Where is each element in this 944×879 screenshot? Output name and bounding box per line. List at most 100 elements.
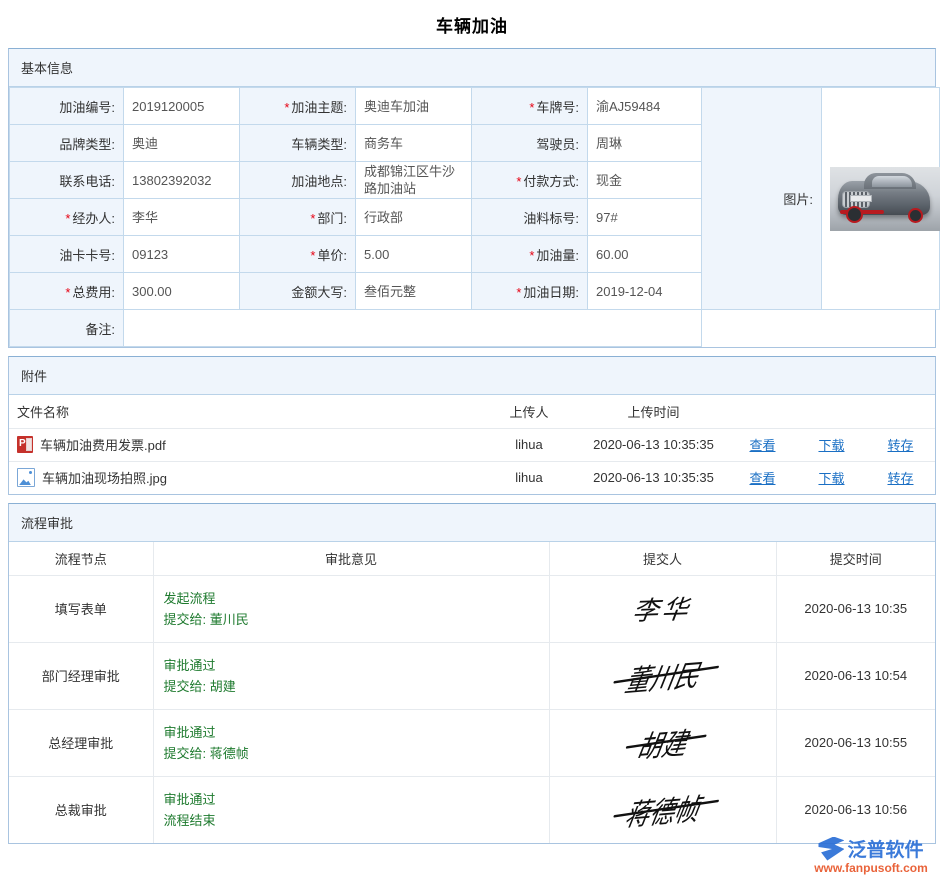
attachment-uploader: lihua [479, 428, 579, 461]
required-star-icon: * [529, 248, 534, 263]
approval-opinion-line-1: 发起流程 [164, 588, 539, 609]
field-value-total-cost: 300.00 [124, 273, 240, 310]
attachment-download-cell: 下载 [797, 461, 866, 494]
approval-col-opinion: 审批意见 [153, 542, 549, 575]
field-value-amount-in-words: 叁佰元整 [356, 273, 472, 310]
field-value-driver: 周琳 [588, 125, 702, 162]
save-as-link[interactable]: 转存 [887, 471, 913, 486]
required-star-icon: * [529, 100, 534, 115]
required-star-icon: * [310, 248, 315, 263]
page-title: 车辆加油 [0, 0, 944, 48]
field-label-fuel-amount: *加油量: [472, 236, 588, 273]
required-star-icon: * [516, 174, 521, 189]
field-label-refuel-no: 加油编号: [10, 88, 124, 125]
required-star-icon: * [65, 285, 70, 300]
approval-panel: 流程审批 流程节点 审批意见 提交人 提交时间 填写表单 发起流程 提交给: 董… [8, 503, 936, 844]
field-value-plate-no: 渝AJ59484 [588, 88, 702, 125]
required-star-icon: * [310, 211, 315, 226]
field-label-refuel-subject: *加油主题: [240, 88, 356, 125]
view-link[interactable]: 查看 [749, 471, 775, 486]
audi-suv-photo [830, 167, 940, 231]
approval-opinion-line-2: 提交给: 董川民 [164, 609, 539, 630]
attachment-col-blank-2 [797, 395, 866, 428]
watermark-url-text: www.fanpusoft.com [806, 861, 936, 875]
approval-signature-cell: 董川民 [549, 642, 776, 709]
attachment-upload-time: 2020-06-13 10:35:35 [579, 461, 728, 494]
save-as-link[interactable]: 转存 [887, 438, 913, 453]
field-label-driver: 驾驶员: [472, 125, 588, 162]
field-label-handler: *经办人: [10, 199, 124, 236]
approval-section-title: 流程审批 [9, 504, 935, 542]
field-value-remark [124, 310, 702, 347]
field-value-refuel-subject: 奥迪车加油 [356, 88, 472, 125]
download-link[interactable]: 下载 [818, 471, 844, 486]
attachment-col-blank-1 [728, 395, 797, 428]
field-value-fuel-card-no: 09123 [124, 236, 240, 273]
field-value-handler: 李华 [124, 199, 240, 236]
field-label-refuel-place: 加油地点: [240, 162, 356, 199]
approval-col-node: 流程节点 [9, 542, 153, 575]
approval-node-name: 部门经理审批 [9, 642, 153, 709]
attachment-section-title: 附件 [9, 357, 935, 395]
car-plate-shape [850, 195, 872, 202]
car-window-shape [872, 176, 912, 187]
field-label-vehicle-type: 车辆类型: [240, 125, 356, 162]
field-label-unit-price: *单价: [240, 236, 356, 273]
view-link[interactable]: 查看 [749, 438, 775, 453]
attachment-row: 车辆加油费用发票.pdf lihua 2020-06-13 10:35:35 查… [9, 428, 935, 461]
field-label-fuel-grade: 油料标号: [472, 199, 588, 236]
approval-col-submitter: 提交人 [549, 542, 776, 575]
attachment-name-cell: 车辆加油费用发票.pdf [9, 428, 479, 461]
field-label-payment-method: *付款方式: [472, 162, 588, 199]
field-label-total-cost: *总费用: [10, 273, 124, 310]
field-label-department: *部门: [240, 199, 356, 236]
attachment-col-blank-3 [866, 395, 935, 428]
handwritten-signature: 李华 [631, 589, 694, 628]
approval-opinion-line-1: 审批通过 [164, 722, 539, 743]
basic-info-section-title: 基本信息 [9, 49, 935, 87]
attachment-col-uploader: 上传人 [479, 395, 579, 428]
approval-opinion-line-2: 提交给: 胡建 [164, 676, 539, 697]
basic-info-remark-row: 备注: [10, 310, 940, 347]
attachment-view-cell: 查看 [728, 428, 797, 461]
approval-row: 总裁审批 审批通过 流程结束 蒋德帧 2020-06-13 10:56 [9, 776, 935, 843]
attachment-view-cell: 查看 [728, 461, 797, 494]
approval-signature-cell: 蒋德帧 [549, 776, 776, 843]
attachment-name-cell: 车辆加油现场拍照.jpg [9, 461, 479, 494]
field-value-phone: 13802392032 [124, 162, 240, 199]
field-value-refuel-date: 2019-12-04 [588, 273, 702, 310]
approval-opinion-cell: 审批通过 提交给: 蒋德帧 [153, 709, 549, 776]
field-label-remark: 备注: [10, 310, 124, 347]
approval-opinion-line-2: 流程结束 [164, 810, 539, 831]
approval-signature-cell: 胡建 [549, 709, 776, 776]
basic-info-table: 加油编号: 2019120005 *加油主题: 奥迪车加油 *车牌号: 渝AJ5… [9, 87, 940, 347]
attachment-col-name: 文件名称 [9, 395, 479, 428]
field-value-fuel-amount: 60.00 [588, 236, 702, 273]
field-label-plate-no: *车牌号: [472, 88, 588, 125]
field-value-brand-type: 奥迪 [124, 125, 240, 162]
approval-submit-time: 2020-06-13 10:55 [776, 709, 935, 776]
approval-submit-time: 2020-06-13 10:35 [776, 575, 935, 642]
field-label-fuel-card-no: 油卡卡号: [10, 236, 124, 273]
field-label-refuel-date: *加油日期: [472, 273, 588, 310]
approval-row: 总经理审批 审批通过 提交给: 蒋德帧 胡建 2020-06-13 10:55 [9, 709, 935, 776]
field-value-vehicle-type: 商务车 [356, 125, 472, 162]
approval-col-time: 提交时间 [776, 542, 935, 575]
approval-table: 流程节点 审批意见 提交人 提交时间 填写表单 发起流程 提交给: 董川民 李华… [9, 542, 935, 843]
car-rear-wheel [908, 208, 923, 223]
approval-row: 部门经理审批 审批通过 提交给: 胡建 董川民 2020-06-13 10:54 [9, 642, 935, 709]
approval-node-name: 填写表单 [9, 575, 153, 642]
attachment-upload-time: 2020-06-13 10:35:35 [579, 428, 728, 461]
attachment-row: 车辆加油现场拍照.jpg lihua 2020-06-13 10:35:35 查… [9, 461, 935, 494]
approval-node-name: 总裁审批 [9, 776, 153, 843]
attachment-table: 文件名称 上传人 上传时间 车辆加油费用发票.pdf lihua 2020-06… [9, 395, 935, 494]
download-link[interactable]: 下载 [818, 438, 844, 453]
approval-header-row: 流程节点 审批意见 提交人 提交时间 [9, 542, 935, 575]
approval-row: 填写表单 发起流程 提交给: 董川民 李华 2020-06-13 10:35 [9, 575, 935, 642]
field-value-fuel-grade: 97# [588, 199, 702, 236]
approval-opinion-line-2: 提交给: 蒋德帧 [164, 743, 539, 764]
attachment-col-time: 上传时间 [579, 395, 728, 428]
field-value-payment-method: 现金 [588, 162, 702, 199]
approval-opinion-line-1: 审批通过 [164, 655, 539, 676]
field-label-amount-in-words: 金额大写: [240, 273, 356, 310]
